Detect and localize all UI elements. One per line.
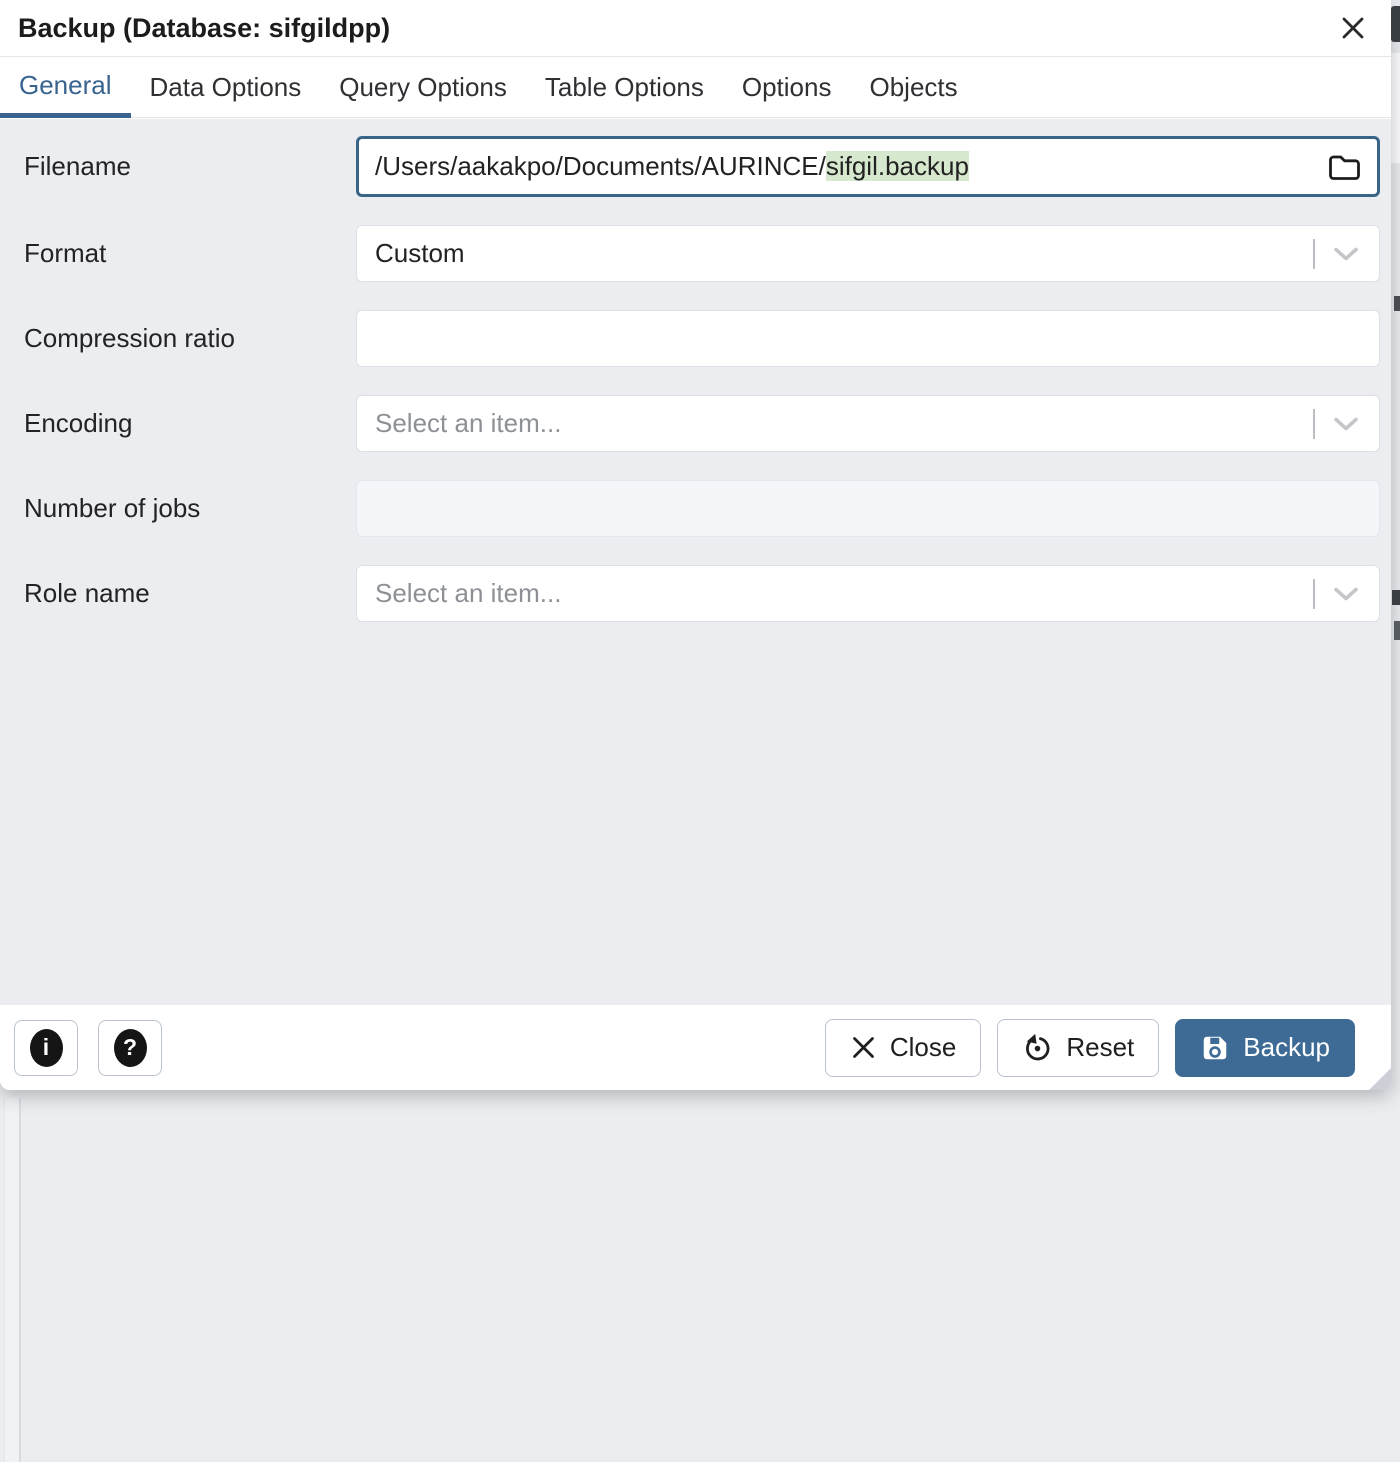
format-value: Custom	[375, 238, 465, 269]
close-button-label: Close	[890, 1032, 956, 1063]
backup-button-label: Backup	[1243, 1032, 1330, 1063]
close-x-icon	[850, 1034, 877, 1061]
role-name-row: Role name Select an item...	[24, 565, 1380, 622]
role-name-placeholder: Select an item...	[375, 578, 561, 609]
tab-query-options[interactable]: Query Options	[320, 57, 526, 117]
chevron-down-icon[interactable]	[1333, 586, 1359, 601]
tab-data-options[interactable]: Data Options	[131, 57, 321, 117]
reset-button[interactable]: Reset	[997, 1019, 1159, 1077]
tab-general[interactable]: General	[0, 57, 131, 118]
reset-button-label: Reset	[1066, 1032, 1134, 1063]
compression-ratio-row: Compression ratio	[24, 310, 1380, 367]
screen: Backup (Database: sifgildpp) General Dat…	[0, 0, 1400, 1462]
background-fragment	[1394, 296, 1400, 311]
resize-handle[interactable]	[1369, 1068, 1391, 1090]
close-button[interactable]: Close	[825, 1019, 981, 1077]
filename-row: Filename /Users/aakakpo/Documents/AURINC…	[24, 136, 1380, 197]
close-icon[interactable]	[1333, 8, 1373, 48]
role-name-select[interactable]: Select an item...	[356, 565, 1380, 622]
background-fragment	[1391, 6, 1400, 42]
backup-button[interactable]: Backup	[1175, 1019, 1355, 1077]
save-icon	[1200, 1033, 1230, 1063]
info-button[interactable]: i	[14, 1020, 78, 1076]
background-fragment	[1394, 621, 1400, 640]
background-panel-strip	[4, 1098, 21, 1462]
encoding-select[interactable]: Select an item...	[356, 395, 1380, 452]
tab-table-options[interactable]: Table Options	[526, 57, 723, 117]
general-tab-panel: Filename /Users/aakakpo/Documents/AURINC…	[0, 119, 1391, 1005]
dialog-footer: i ? Close Reset	[0, 1005, 1391, 1090]
tab-bar: General Data Options Query Options Table…	[0, 57, 1391, 118]
background-window-area	[0, 1090, 1400, 1462]
folder-icon[interactable]	[1327, 151, 1361, 183]
encoding-placeholder: Select an item...	[375, 408, 561, 439]
filename-path-prefix: /Users/aakakpo/Documents/AURINCE/	[375, 151, 826, 181]
compression-ratio-label: Compression ratio	[24, 323, 356, 354]
help-button[interactable]: ?	[98, 1020, 162, 1076]
filename-label: Filename	[24, 151, 356, 182]
format-select[interactable]: Custom	[356, 225, 1380, 282]
info-icon: i	[30, 1029, 63, 1067]
number-of-jobs-input	[375, 481, 1361, 536]
format-row: Format Custom	[24, 225, 1380, 282]
tab-objects[interactable]: Objects	[850, 57, 976, 117]
tab-options[interactable]: Options	[723, 57, 851, 117]
encoding-label: Encoding	[24, 408, 356, 439]
backup-dialog: Backup (Database: sifgildpp) General Dat…	[0, 0, 1391, 1090]
filename-selected-text: sifgil.backup	[826, 151, 969, 181]
background-fragment	[1392, 590, 1400, 605]
role-name-label: Role name	[24, 578, 356, 609]
number-of-jobs-label: Number of jobs	[24, 493, 356, 524]
encoding-row: Encoding Select an item...	[24, 395, 1380, 452]
help-icon: ?	[114, 1029, 147, 1067]
filename-input[interactable]: /Users/aakakpo/Documents/AURINCE/sifgil.…	[356, 136, 1380, 197]
undo-icon	[1022, 1032, 1053, 1063]
dialog-header: Backup (Database: sifgildpp)	[0, 0, 1391, 57]
chevron-down-icon[interactable]	[1333, 246, 1359, 261]
number-of-jobs-row: Number of jobs	[24, 480, 1380, 537]
compression-ratio-input[interactable]	[375, 311, 1361, 366]
dialog-title: Backup (Database: sifgildpp)	[18, 13, 390, 44]
chevron-down-icon[interactable]	[1333, 416, 1359, 431]
format-label: Format	[24, 238, 356, 269]
